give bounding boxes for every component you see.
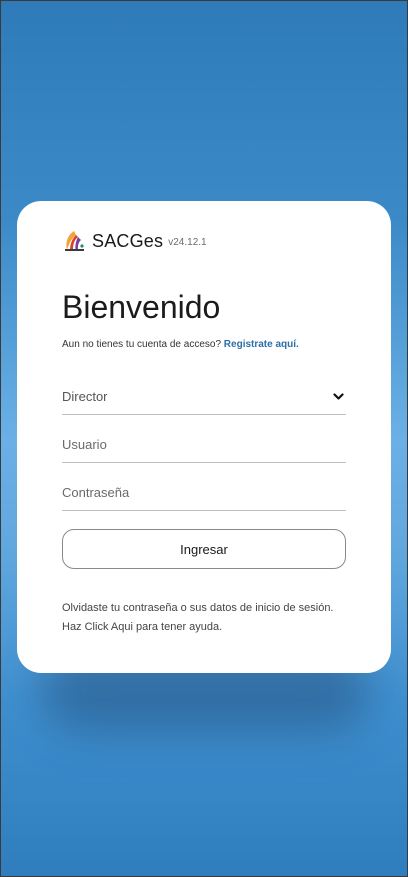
password-field[interactable] bbox=[62, 485, 346, 500]
app-version: v24.12.1 bbox=[168, 237, 207, 248]
help-line-2: Haz Click Aqui para tener ayuda. bbox=[62, 621, 223, 633]
login-button[interactable]: Ingresar bbox=[62, 529, 346, 569]
username-field-wrapper bbox=[62, 433, 346, 463]
help-line-1: Olvidaste tu contraseña o sus datos de i… bbox=[62, 602, 334, 614]
signup-link[interactable]: Registrate aquí. bbox=[224, 339, 299, 350]
help-text[interactable]: Olvidaste tu contraseña o sus datos de i… bbox=[62, 599, 352, 637]
role-select-value: Director bbox=[62, 389, 108, 404]
sacges-logo-icon bbox=[65, 231, 84, 251]
password-field-wrapper bbox=[62, 481, 346, 511]
role-select[interactable]: Director bbox=[62, 385, 346, 415]
signup-prompt: Aun no tienes tu cuenta de acceso? Regis… bbox=[62, 339, 299, 350]
username-field[interactable] bbox=[62, 437, 346, 452]
chevron-down-icon bbox=[333, 393, 344, 400]
login-card: SACGes v24.12.1 Bienvenido Aun no tienes… bbox=[17, 201, 391, 673]
brand: SACGes v24.12.1 bbox=[62, 229, 207, 253]
app-name: SACGes bbox=[92, 230, 164, 251]
signup-text: Aun no tienes tu cuenta de acceso? bbox=[62, 339, 222, 350]
page-title: Bienvenido bbox=[62, 289, 221, 325]
